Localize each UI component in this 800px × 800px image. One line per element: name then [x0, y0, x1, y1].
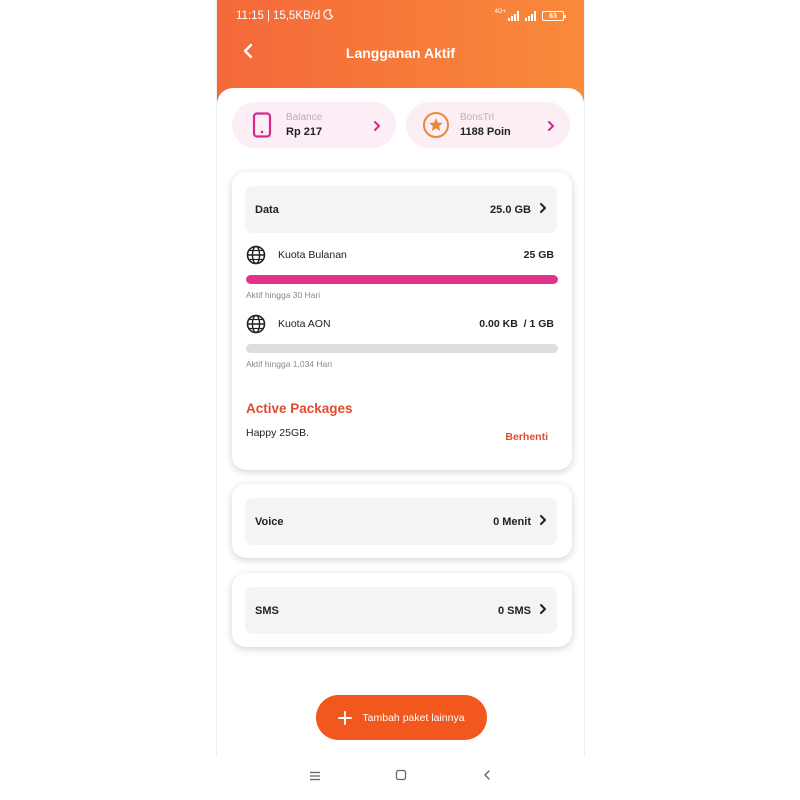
quota-progress-bar — [246, 344, 558, 353]
quota-expiry: Aktif hingga 30 Hari — [246, 290, 321, 300]
stop-package-button[interactable]: Berhenti — [505, 431, 548, 443]
voice-row-button[interactable]: Voice 0 Menit — [245, 498, 557, 545]
bonstri-value: 1188 Poin — [460, 126, 511, 138]
phone-screen: 11:15 | 15,5KB/d 4G+ 63 Langganan Aktif — [216, 0, 585, 756]
system-nav-bar — [216, 760, 585, 794]
package-name: Happy 25GB. — [246, 427, 310, 439]
quota-progress-bar — [246, 275, 558, 284]
title-bar: Langganan Aktif — [217, 34, 584, 72]
chevron-right-icon — [539, 514, 547, 529]
voice-value: 0 Menit — [493, 515, 531, 528]
quota-amount: 0.00 KB / 1 GB — [479, 318, 554, 330]
chevron-right-icon — [546, 119, 556, 131]
add-package-label: Tambah paket lainnya — [362, 711, 465, 724]
chevron-right-icon — [372, 119, 382, 131]
main-content: Balance Rp 217 BonsTri 1188 Poin Data 25… — [217, 88, 584, 756]
data-card: Data 25.0 GB Kuota Bulanan 25 GB Aktif h… — [232, 172, 572, 470]
square-icon — [395, 768, 407, 786]
data-label: Data — [255, 203, 279, 216]
back-button[interactable] — [237, 42, 259, 64]
balance-text: Balance Rp 217 — [286, 112, 372, 138]
home-button[interactable] — [393, 769, 409, 785]
add-package-button[interactable]: Tambah paket lainnya — [316, 695, 487, 740]
active-packages-title: Active Packages — [246, 401, 353, 416]
bonstri-label: BonsTri — [460, 112, 495, 123]
status-left: 11:15 | 15,5KB/d — [236, 9, 334, 23]
sms-value: 0 SMS — [497, 604, 531, 617]
star-circle-icon — [422, 111, 450, 139]
quota-amount: 25 GB — [523, 249, 554, 261]
bonstri-text: BonsTri 1188 Poin — [460, 112, 546, 138]
chevron-right-icon — [539, 202, 547, 217]
data-row-button[interactable]: Data 25.0 GB — [245, 186, 557, 233]
status-separator: | — [266, 10, 270, 22]
recent-apps-button[interactable] — [307, 769, 323, 785]
plus-icon — [338, 710, 353, 725]
quota-item-aon: Kuota AON 0.00 KB / 1 GB Aktif hingga 1,… — [246, 313, 558, 369]
battery-icon: 63 — [542, 11, 566, 21]
voice-card: Voice 0 Menit — [232, 484, 572, 558]
status-network-speed: 15,5KB/d — [272, 10, 321, 22]
balance-label: Balance — [286, 112, 323, 123]
signal-icon-sim2 — [525, 11, 536, 21]
quota-item-bulanan: Kuota Bulanan 25 GB Aktif hingga 30 Hari — [246, 244, 558, 300]
quota-header: Kuota Bulanan 25 GB — [246, 244, 558, 266]
moon-icon — [323, 9, 334, 23]
phone-icon — [248, 111, 276, 139]
balance-value: Rp 217 — [286, 126, 323, 138]
quota-name: Kuota AON — [278, 318, 331, 330]
quota-name: Kuota Bulanan — [278, 249, 347, 261]
voice-value-group: 0 Menit — [493, 514, 547, 529]
voice-label: Voice — [255, 515, 284, 528]
battery-level: 63 — [549, 12, 557, 20]
data-total-group: 25.0 GB — [490, 202, 547, 217]
network-type-badge: 4G+ — [494, 9, 506, 15]
chevron-left-icon — [242, 43, 254, 64]
sms-card: SMS 0 SMS — [232, 573, 572, 647]
system-back-button[interactable] — [479, 769, 495, 785]
chevron-right-icon — [539, 603, 547, 618]
globe-icon — [246, 314, 266, 334]
balance-pill[interactable]: Balance Rp 217 — [232, 102, 396, 148]
status-right: 4G+ 63 — [494, 9, 566, 23]
sms-row-button[interactable]: SMS 0 SMS — [245, 587, 557, 634]
data-total: 25.0 GB — [490, 203, 531, 216]
globe-icon — [246, 245, 266, 265]
page-title: Langganan Aktif — [345, 45, 456, 61]
sms-label: SMS — [255, 604, 279, 617]
quota-header: Kuota AON 0.00 KB / 1 GB — [246, 313, 558, 335]
quota-progress-fill — [246, 275, 558, 284]
chevron-left-icon — [483, 768, 491, 786]
signal-icon-sim1 — [508, 11, 519, 21]
status-bar: 11:15 | 15,5KB/d 4G+ 63 — [217, 0, 584, 32]
status-time: 11:15 — [236, 10, 264, 22]
sms-value-group: 0 SMS — [498, 603, 547, 618]
quota-expiry: Aktif hingga 1,034 Hari — [246, 359, 332, 369]
bonstri-pill[interactable]: BonsTri 1188 Poin — [406, 102, 570, 148]
menu-icon — [309, 768, 321, 786]
